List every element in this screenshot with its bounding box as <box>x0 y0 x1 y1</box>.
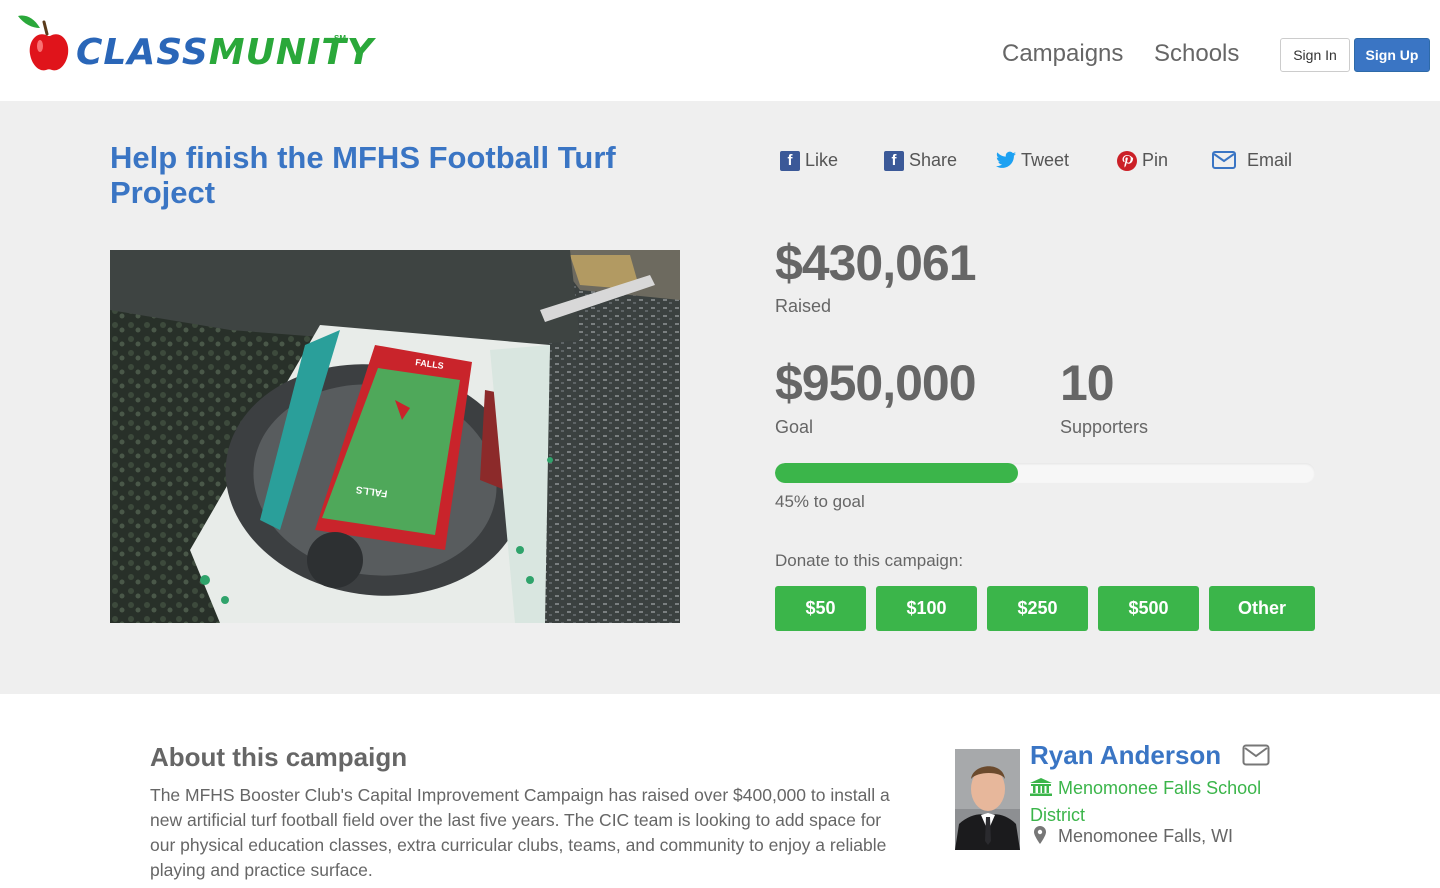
share-button[interactable]: f Share <box>884 150 957 171</box>
owner-district-link[interactable]: Menomonee Falls School District <box>1030 776 1290 828</box>
facebook-icon: f <box>780 150 800 171</box>
share-label: Share <box>909 150 958 170</box>
classmunity-logo[interactable]: CLASSMUNITY SM <box>14 12 373 76</box>
site-header: CLASSMUNITY SM Campaigns Schools Sign In… <box>0 0 1440 101</box>
logo-wordmark: CLASSMUNITY <box>76 32 374 73</box>
tweet-button[interactable]: Tweet <box>996 150 1069 171</box>
bank-icon <box>1030 778 1052 803</box>
donate-100-button[interactable]: $100 <box>876 586 977 631</box>
like-button[interactable]: f Like <box>780 150 838 171</box>
supporters-label: Supporters <box>1060 417 1149 437</box>
envelope-icon <box>1212 150 1236 171</box>
goal-label: Goal <box>775 417 814 437</box>
nav-schools-link[interactable]: Schools <box>1154 40 1239 68</box>
donate-label: Donate to this campaign: <box>775 551 964 570</box>
logo-service-mark: SM <box>334 34 346 43</box>
pin-button[interactable]: Pin <box>1117 150 1168 171</box>
email-label: Email <box>1247 150 1293 170</box>
owner-location-label: Menomonee Falls, WI <box>1058 826 1234 846</box>
logo-text-munity: MUNITY <box>208 32 375 73</box>
campaign-title: Help finish the MFHS Football Turf Proje… <box>110 140 616 210</box>
apple-icon <box>18 15 69 71</box>
twitter-icon <box>996 151 1016 171</box>
supporters-count: 10 <box>1060 355 1115 411</box>
about-text: The MFHS Booster Club's Capital Improvem… <box>150 785 890 880</box>
raised-label: Raised <box>775 296 832 316</box>
logo-text-class: CLASS <box>76 32 209 73</box>
like-label: Like <box>805 150 839 170</box>
pin-label: Pin <box>1142 150 1169 170</box>
email-share-button[interactable]: Email <box>1212 150 1292 171</box>
pinterest-icon <box>1117 150 1137 171</box>
owner-district-label: Menomonee Falls School District <box>1030 778 1262 825</box>
facebook-icon: f <box>884 150 904 171</box>
goal-amount: $950,000 <box>775 355 977 411</box>
tweet-label: Tweet <box>1021 150 1070 170</box>
donate-50-button[interactable]: $50 <box>775 586 866 631</box>
progress-bar <box>775 463 1315 483</box>
campaign-video[interactable]: FALLS FALLS <box>110 250 680 623</box>
avatar[interactable] <box>955 749 1020 850</box>
sign-up-button[interactable]: Sign Up <box>1354 38 1430 72</box>
owner-name-link[interactable]: Ryan Anderson <box>1030 740 1221 771</box>
stadium-rendering-image: FALLS FALLS <box>110 250 680 623</box>
owner-location: Menomonee Falls, WI <box>1034 826 1233 849</box>
sign-in-button[interactable]: Sign In <box>1280 38 1350 72</box>
progress-text: 45% to goal <box>775 492 865 511</box>
progress-bar-fill <box>775 463 1018 483</box>
nav-campaigns-link[interactable]: Campaigns <box>1002 40 1123 68</box>
raised-amount: $430,061 <box>775 235 977 291</box>
donate-500-button[interactable]: $500 <box>1098 586 1199 631</box>
about-title: About this campaign <box>150 742 408 772</box>
map-pin-icon <box>1034 826 1048 849</box>
donate-other-button[interactable]: Other <box>1209 586 1315 631</box>
donate-250-button[interactable]: $250 <box>987 586 1088 631</box>
envelope-icon[interactable] <box>1242 744 1270 766</box>
